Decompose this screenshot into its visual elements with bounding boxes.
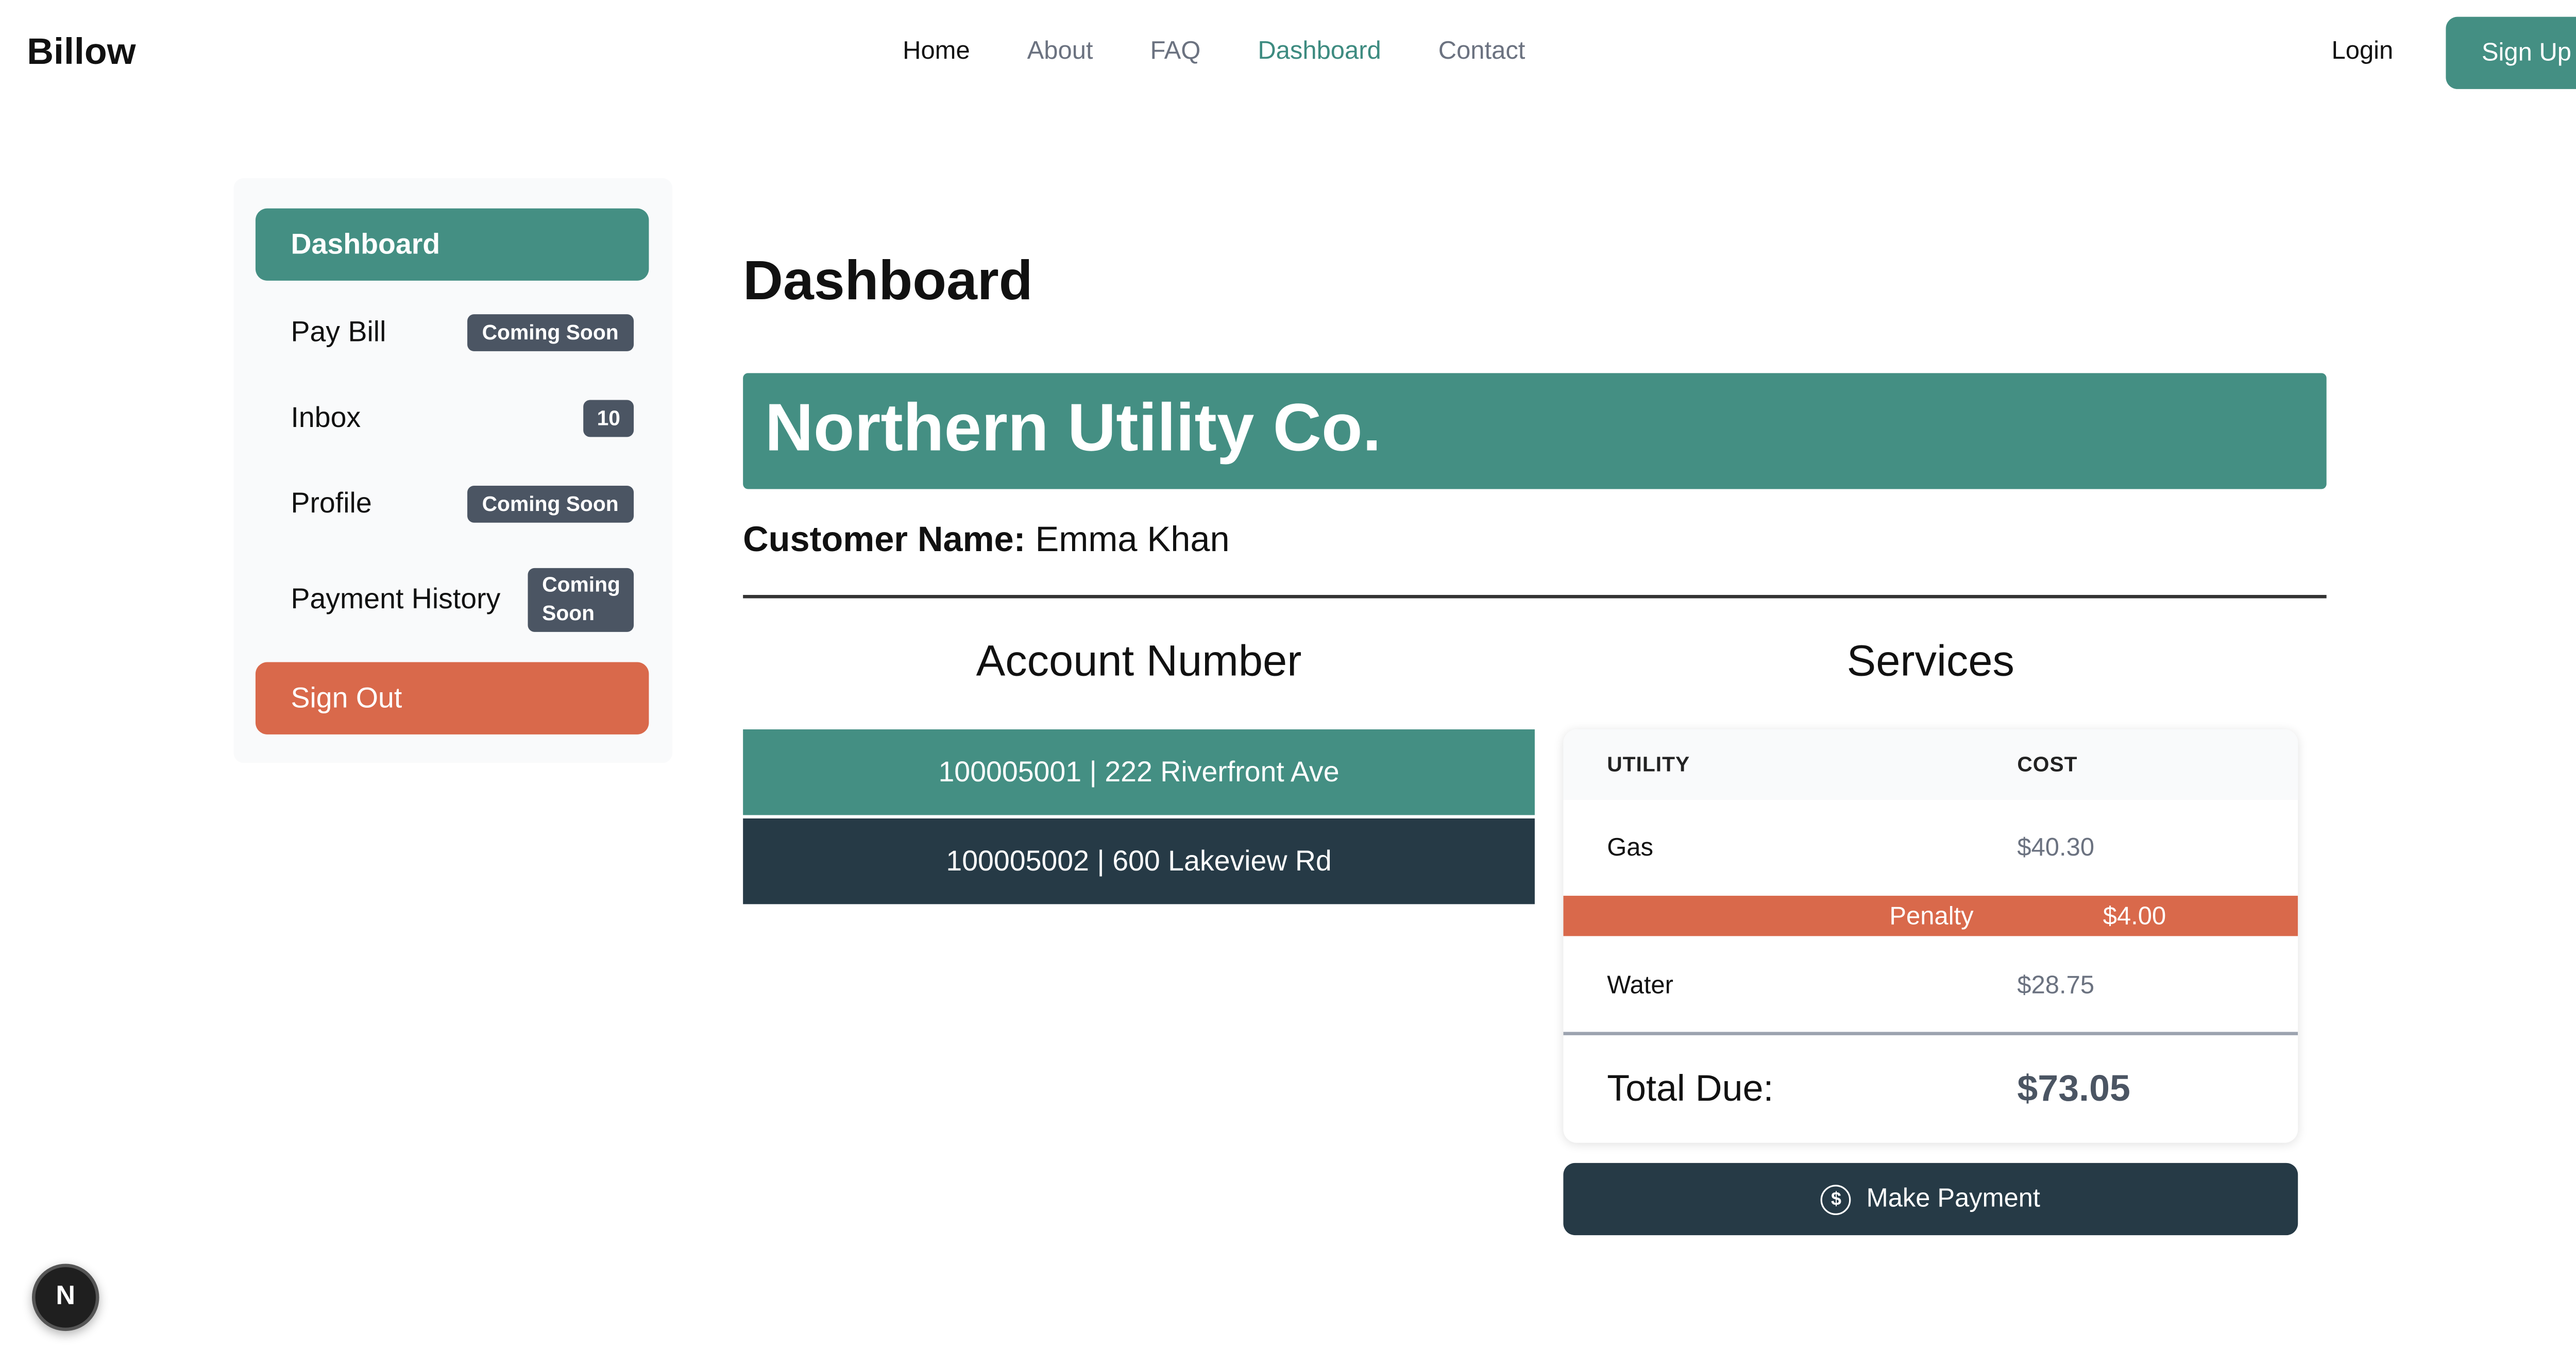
services-table: UTILITY COST Gas $40.30 Penalty $4.00 Wa… — [1563, 729, 2298, 1143]
sidebar-item-label: Pay Bill — [291, 315, 386, 347]
sidebar-item-label: Profile — [291, 486, 372, 519]
sidebar-item-dashboard[interactable]: Dashboard — [255, 208, 649, 281]
next-dev-indicator-icon[interactable]: N — [31, 1263, 99, 1331]
column-header-cost: COST — [2017, 753, 2078, 777]
sidebar: Dashboard Pay Bill Coming Soon Inbox 10 … — [233, 178, 673, 763]
total-due-label: Total Due: — [1607, 1067, 1774, 1109]
login-link[interactable]: Login — [2332, 37, 2394, 65]
total-divider — [1563, 1032, 2298, 1035]
table-header: UTILITY COST — [1563, 729, 2298, 800]
coming-soon-badge: Coming Soon — [467, 313, 634, 351]
inbox-count-badge: 10 — [583, 399, 634, 436]
services-heading: Services — [1846, 635, 2014, 686]
company-name: Northern Utility Co. — [765, 391, 1381, 466]
sidebar-item-label: Payment History — [291, 583, 501, 616]
utility-name: Gas — [1607, 833, 1654, 862]
top-navbar: Billow Home About FAQ Dashboard Contact … — [0, 0, 2576, 108]
company-banner: Northern Utility Co. — [743, 373, 2327, 489]
sidebar-item-payment-history[interactable]: Payment History Coming Soon — [256, 561, 649, 639]
nav-links: Home About FAQ Dashboard Contact — [903, 37, 1525, 65]
nav-link-home[interactable]: Home — [903, 37, 970, 65]
customer-name-value: Emma Khan — [1035, 521, 1230, 560]
coming-soon-badge: Coming Soon — [467, 485, 634, 522]
utility-cost: $40.30 — [2017, 833, 2095, 862]
nav-link-about[interactable]: About — [1027, 37, 1093, 65]
sign-out-label: Sign Out — [291, 681, 402, 714]
customer-name-line: Customer Name: Emma Khan — [743, 521, 1229, 561]
account-row[interactable]: 100005002 | 600 Lakeview Rd — [743, 818, 1535, 904]
dollar-circle-icon: $ — [1821, 1184, 1852, 1215]
brand-logo[interactable]: Billow — [27, 30, 135, 74]
coming-soon-badge: Coming Soon — [529, 568, 634, 632]
utility-cost: $28.75 — [2017, 971, 2095, 1000]
section-divider — [743, 595, 2327, 597]
sidebar-item-label: Dashboard — [291, 228, 440, 260]
column-header-utility: UTILITY — [1607, 753, 1690, 777]
account-number-heading: Account Number — [976, 635, 1302, 686]
sidebar-item-inbox[interactable]: Inbox 10 — [256, 382, 649, 454]
nav-link-contact[interactable]: Contact — [1438, 37, 1526, 65]
make-payment-button[interactable]: $ Make Payment — [1563, 1163, 2298, 1236]
sidebar-item-label: Inbox — [291, 401, 361, 433]
sign-out-button[interactable]: Sign Out — [255, 662, 649, 734]
utility-name: Water — [1607, 971, 1673, 1000]
make-payment-label: Make Payment — [1866, 1184, 2041, 1213]
penalty-row: Penalty $4.00 — [1563, 896, 2298, 936]
sidebar-item-pay-bill[interactable]: Pay Bill Coming Soon — [256, 296, 649, 368]
nav-link-dashboard[interactable]: Dashboard — [1258, 37, 1381, 65]
total-due-value: $73.05 — [2017, 1067, 2130, 1109]
sidebar-item-profile[interactable]: Profile Coming Soon — [256, 467, 649, 539]
nav-link-faq[interactable]: FAQ — [1150, 37, 1200, 65]
customer-name-label: Customer Name: — [743, 521, 1026, 560]
penalty-value: $4.00 — [2103, 902, 2166, 931]
penalty-label: Penalty — [1889, 902, 1974, 931]
account-row-selected[interactable]: 100005001 | 222 Riverfront Ave — [743, 729, 1535, 815]
page-title: Dashboard — [743, 248, 1033, 311]
signup-button[interactable]: Sign Up — [2446, 16, 2576, 89]
